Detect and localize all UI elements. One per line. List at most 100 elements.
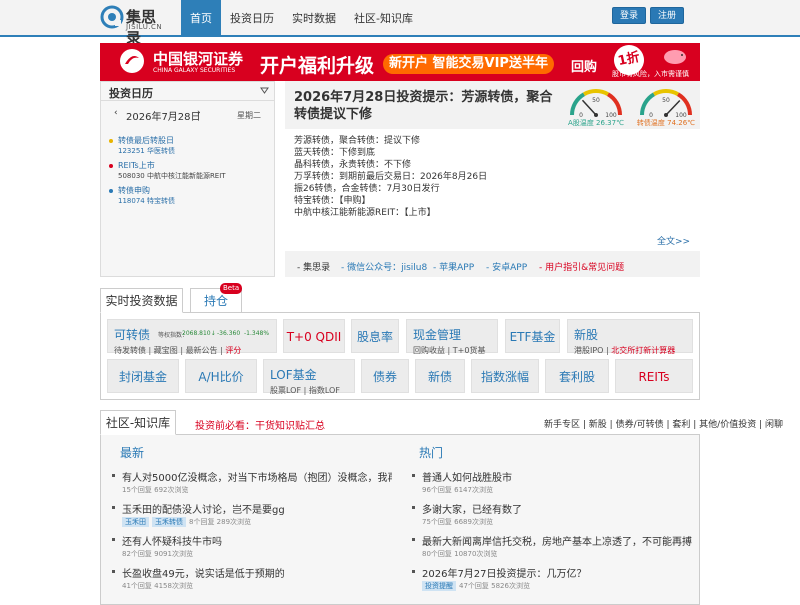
cell-new-stock[interactable]: 新股 港股IPO | 北交所打新计算器 xyxy=(567,319,693,355)
nav-calendar[interactable]: 投资日历 xyxy=(221,0,283,37)
sublink-t0-money-fund[interactable]: T+0货基 xyxy=(453,346,486,355)
cell-closed-end-fund[interactable]: 封闭基金 xyxy=(107,359,179,393)
index-change-label[interactable]: 指数涨幅 xyxy=(472,360,538,394)
gauge-band xyxy=(653,89,679,97)
event-detail[interactable]: 508030 中航中核江能新能源REIT xyxy=(118,171,226,181)
post-title[interactable]: 长盈收盘49元，说实话是低于预期的 xyxy=(122,565,392,580)
cell-etf-fund[interactable]: ETF基金 xyxy=(505,319,560,353)
hot-heading: 热门 xyxy=(419,446,444,460)
post-title[interactable]: 多谢大家，已经有数了 xyxy=(422,501,692,516)
etf-fund-label[interactable]: ETF基金 xyxy=(506,320,559,354)
post-title[interactable]: 最新大新闻离岸信托交税，房地产基本上凉透了，不可能再搏... xyxy=(422,533,692,548)
nav-realtime[interactable]: 实时数据 xyxy=(283,0,345,37)
bullet-icon xyxy=(412,474,415,477)
t0-qdii-label[interactable]: T+0 QDII xyxy=(284,320,344,354)
read-more-link[interactable]: 全文>> xyxy=(657,234,690,247)
piggy-bank-icon xyxy=(664,50,686,64)
event-detail[interactable]: 118074 特宝转债 xyxy=(118,196,175,206)
ad-banner[interactable]: 中国银河证券 CHINA GALAXY SECURITIES 开户福利升级 新开… xyxy=(100,43,700,81)
cash-management-title[interactable]: 现金管理 xyxy=(413,326,461,343)
community-tabs: 社区-知识库 投资前必看：干货知识贴汇总 新手专区 | 新股 | 债券/可转债 … xyxy=(100,410,783,435)
bullet-icon xyxy=(112,538,115,541)
reits-label[interactable]: REITs xyxy=(616,360,692,394)
category-chat[interactable]: 闲聊 xyxy=(765,420,783,430)
sublink-bse-calculator[interactable]: 北交所打新计算器 xyxy=(611,346,675,355)
prev-day-button[interactable]: ‹ xyxy=(114,108,118,118)
post-title[interactable]: 2026年7月27日投资提示：几万亿？ xyxy=(422,565,692,580)
post-title[interactable]: 普通人如何战胜股市 xyxy=(422,469,692,484)
event-detail[interactable]: 123251 华医转债 xyxy=(118,146,175,156)
link-jisilu[interactable]: - 集思录 xyxy=(297,260,330,273)
lof-fund-title[interactable]: LOF基金 xyxy=(270,366,317,383)
category-beginner[interactable]: 新手专区 xyxy=(544,420,580,430)
cell-ah-ratio[interactable]: A/H比价 xyxy=(185,359,257,393)
event-title[interactable]: 转债最后转股日 xyxy=(118,135,174,146)
post-title[interactable]: 玉禾田的配债没人讨论，岂不是要gg xyxy=(122,501,392,516)
cell-reits[interactable]: REITs xyxy=(615,359,693,393)
category-bond[interactable]: 债券/可转债 xyxy=(616,420,664,430)
tab-realtime-data[interactable]: 实时投资数据 xyxy=(100,288,183,313)
sublink-pending-bonds[interactable]: 待发转债 xyxy=(114,346,146,355)
banner-headline: 开户福利升级 xyxy=(260,55,375,77)
category-value[interactable]: 其他/价值投资 xyxy=(699,420,756,430)
sublink-stock-lof[interactable]: 股票LOF xyxy=(270,386,301,395)
tips-title[interactable]: 2026年7月28日投资提示：芳源转债，聚合转债提议下修 xyxy=(294,89,564,123)
logo-icon xyxy=(100,5,124,29)
register-button[interactable]: 注册 xyxy=(650,7,685,24)
dropdown-triangle-icon[interactable] xyxy=(260,86,269,95)
cell-lof-fund[interactable]: LOF基金 股票LOF | 指数LOF xyxy=(263,359,355,395)
gauge-hub xyxy=(664,113,668,117)
post-tag[interactable]: 玉禾田 xyxy=(122,517,149,527)
convertible-bond-title[interactable]: 可转债 xyxy=(114,326,150,343)
post-title[interactable]: 还有人怀疑科技牛市吗 xyxy=(122,533,392,548)
post-tag[interactable]: 投资提醒 xyxy=(422,581,456,591)
new-bond-label[interactable]: 新债 xyxy=(416,360,464,394)
link-user-guide[interactable]: - 用户指引&常见问题 xyxy=(539,260,624,273)
index-change: -36.360 xyxy=(217,330,241,337)
link-android-app[interactable]: - 安卓APP xyxy=(486,260,527,273)
cell-bond[interactable]: 债券 xyxy=(361,359,409,393)
calendar-header: 投资日历 xyxy=(101,82,274,101)
post-title[interactable]: 有人对5000亿没概念，对当下市场格局（抱团）没概念，我再... xyxy=(122,469,392,484)
category-arbitrage[interactable]: 套利 xyxy=(672,420,690,430)
sublink-hk-ipo[interactable]: 港股IPO xyxy=(574,346,603,355)
link-wechat[interactable]: - 微信公众号：jisilu8 xyxy=(341,260,427,273)
cell-cash-management[interactable]: 现金管理 回购收益 | T+0货基 xyxy=(406,319,498,355)
cell-index-change[interactable]: 指数涨幅 xyxy=(471,359,539,393)
post-meta: 41个回复 4158次浏览 xyxy=(122,582,193,590)
cell-t0-qdii[interactable]: T+0 QDII xyxy=(283,319,345,353)
tab-community[interactable]: 社区-知识库 xyxy=(100,410,176,435)
closed-end-fund-label[interactable]: 封闭基金 xyxy=(108,360,178,394)
cell-new-bond[interactable]: 新债 xyxy=(415,359,465,393)
event-title[interactable]: 转债申购 xyxy=(118,185,150,196)
next-day-button[interactable]: › xyxy=(197,108,201,118)
cell-convertible-bond[interactable]: 可转债 等权指数： 2068.810↓ -36.360 -1.348% 待发转债… xyxy=(107,319,277,355)
convertible-temperature-gauge[interactable]: 0 50 100 转债温度 74.26℃ xyxy=(637,85,695,129)
event-title[interactable]: REITs上市 xyxy=(118,160,155,171)
sublink-treasure-map[interactable]: 藏宝图 xyxy=(154,346,178,355)
sublink-rating[interactable]: 评分 xyxy=(225,346,241,355)
must-read-link[interactable]: 投资前必看：干货知识贴汇总 xyxy=(195,417,325,432)
a-share-temperature-gauge[interactable]: 0 50 100 A股温度 26.37℃ xyxy=(567,85,625,129)
post-meta-row: 玉禾田 玉禾转债 8个回复 289次浏览 xyxy=(122,517,251,527)
ah-ratio-label[interactable]: A/H比价 xyxy=(186,360,256,394)
sublink-latest-notices[interactable]: 最新公告 xyxy=(186,346,218,355)
sublink-index-lof[interactable]: 指数LOF xyxy=(309,386,340,395)
arbitrage-stock-label[interactable]: 套利股 xyxy=(546,360,608,394)
link-ios-app[interactable]: - 苹果APP xyxy=(433,260,474,273)
login-button[interactable]: 登录 xyxy=(612,7,647,24)
bond-label[interactable]: 债券 xyxy=(362,360,408,394)
nav-community[interactable]: 社区-知识库 xyxy=(345,0,422,37)
dividend-yield-label[interactable]: 股息率 xyxy=(352,320,398,354)
investment-calendar: 投资日历 ‹ 2026年7月28日 › 星期二 转债最后转股日 123251 华… xyxy=(100,81,275,277)
cell-dividend-yield[interactable]: 股息率 xyxy=(351,319,399,353)
post-tag[interactable]: 玉禾转债 xyxy=(152,517,186,527)
site-logo[interactable]: 集思录 JISILU.CN xyxy=(100,4,170,47)
event-dot xyxy=(109,139,113,143)
nav-home[interactable]: 首页 xyxy=(181,0,221,37)
sublink-repo-yield[interactable]: 回购收益 xyxy=(413,346,445,355)
new-stock-title[interactable]: 新股 xyxy=(574,326,598,343)
category-ipo[interactable]: 新股 xyxy=(589,420,607,430)
index-value: 2068.810↓ xyxy=(182,330,216,337)
cell-arbitrage-stock[interactable]: 套利股 xyxy=(545,359,609,393)
